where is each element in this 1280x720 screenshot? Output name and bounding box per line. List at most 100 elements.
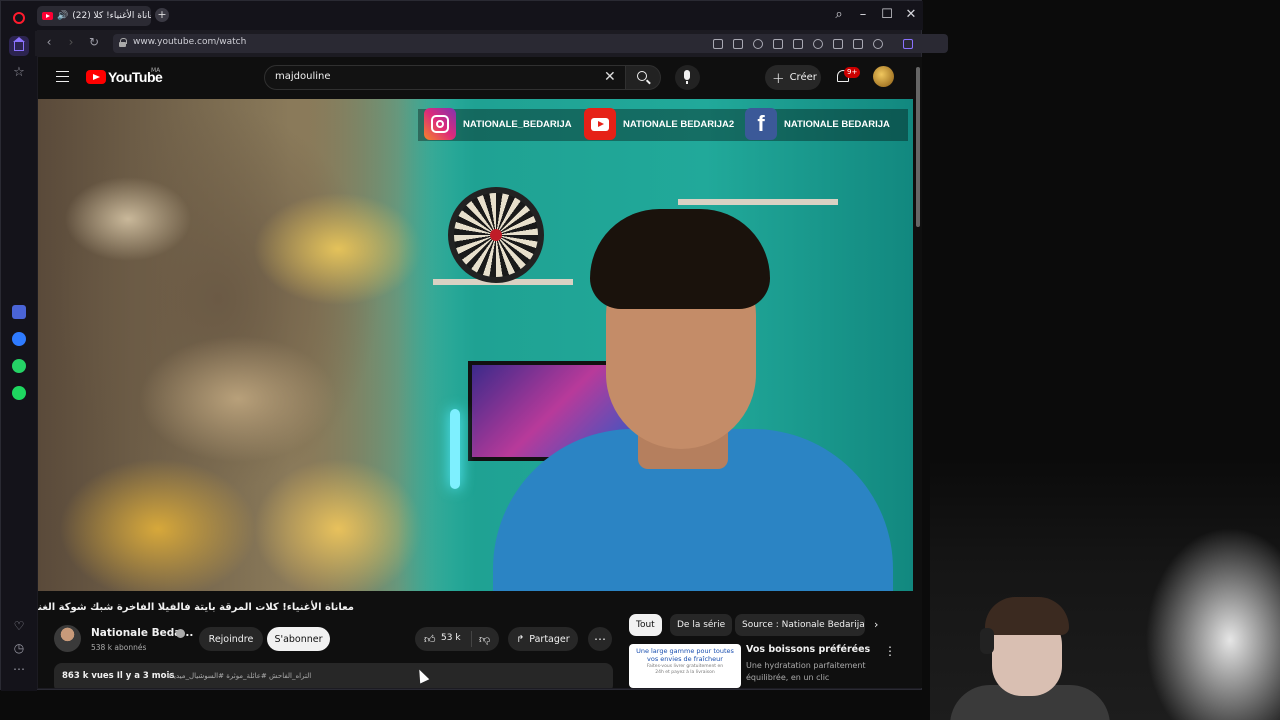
edit-icon[interactable] xyxy=(713,39,723,49)
maximize-button[interactable]: ☐ xyxy=(879,7,895,22)
heart-icon[interactable] xyxy=(813,39,823,49)
profile-icon[interactable] xyxy=(873,39,883,49)
ad-description: Une hydratation parfaitement équilibrée,… xyxy=(746,661,866,682)
create-button[interactable]: + Créer xyxy=(765,65,821,90)
facebook-icon: f xyxy=(745,108,777,140)
account-avatar[interactable] xyxy=(873,66,894,87)
more-actions-button[interactable]: ⋯ xyxy=(588,627,612,651)
video-title: معاناة الأغنياء! كلات المرقة بايتة فالفي… xyxy=(38,602,354,613)
desktop: 🔊 معاناة الأغنياء! كلا (22) + ⌕ – ☐ ✕ ☆ … xyxy=(0,0,1280,720)
social-label: NATIONALE BEDARIJA2 xyxy=(623,118,735,130)
chevron-right-icon[interactable]: › xyxy=(874,618,878,631)
browser-search-icon[interactable]: ⌕ xyxy=(831,7,847,22)
video-frame-food xyxy=(38,99,458,591)
new-tab-button[interactable]: + xyxy=(155,8,169,22)
forward-button[interactable]: › xyxy=(63,35,79,49)
tab-title: معاناة الأغنياء! كلا (22) xyxy=(72,11,151,21)
instagram-icon xyxy=(424,108,456,140)
ad-more-options-icon[interactable]: ⋮ xyxy=(884,644,896,658)
scrollbar-thumb[interactable] xyxy=(916,67,920,227)
share-button[interactable]: ↱ Partager xyxy=(508,627,578,651)
like-dislike-group: 👍︎ 53 k 👎︎ xyxy=(415,627,499,651)
video-dartboard xyxy=(448,187,544,283)
like-divider xyxy=(471,631,472,647)
voice-search-button[interactable] xyxy=(675,65,700,90)
more-sidebar-icon[interactable]: ⋯ xyxy=(12,662,26,676)
easy-setup-icon[interactable] xyxy=(853,39,863,49)
channel-avatar[interactable] xyxy=(54,625,81,652)
chip-all[interactable]: Tout xyxy=(629,614,662,636)
share-icon: ↱ xyxy=(516,633,525,645)
address-bar-row: ‹ › ↻ www.youtube.com/watch xyxy=(35,31,948,56)
home-icon[interactable] xyxy=(9,36,29,56)
clear-search-icon[interactable]: ✕ xyxy=(604,69,616,85)
vpn-icon[interactable] xyxy=(753,39,763,49)
webcam-person-hair xyxy=(985,597,1069,635)
video-player[interactable]: NATIONALE_BEDARIJA NATIONALE BEDARIJA2 f… xyxy=(38,99,913,591)
minimize-button[interactable]: – xyxy=(855,7,871,22)
lock-icon xyxy=(119,38,127,47)
social-youtube: NATIONALE BEDARIJA2 xyxy=(584,108,735,140)
chip-series[interactable]: De la série xyxy=(670,614,733,636)
youtube-icon xyxy=(584,108,616,140)
search-input[interactable]: majdouline ✕ xyxy=(264,65,626,90)
verified-icon xyxy=(176,629,185,638)
close-window-button[interactable]: ✕ xyxy=(903,7,919,22)
headset-icon xyxy=(980,628,994,654)
views-and-date: 863 k vues Il y a 3 mois xyxy=(62,671,175,681)
share-label: Partager xyxy=(529,633,570,645)
webcam-overlay xyxy=(930,460,1280,720)
ad-thumbnail[interactable]: Une large gamme pour toutes vos envies d… xyxy=(629,644,741,688)
microphone-icon xyxy=(684,70,690,84)
favorites-icon[interactable]: ♡ xyxy=(12,619,26,633)
messenger-icon[interactable] xyxy=(12,332,26,346)
subscribe-button[interactable]: S'abonner xyxy=(267,627,330,651)
active-tab[interactable]: 🔊 معاناة الأغنياء! كلا (22) xyxy=(37,6,151,26)
social-facebook: f NATIONALE BEDARIJA xyxy=(745,108,890,140)
join-button[interactable]: Rejoindre xyxy=(199,627,263,651)
camera-icon[interactable] xyxy=(733,39,743,49)
search-value: majdouline xyxy=(275,71,331,82)
youtube-header: YouTube MA majdouline ✕ + Créer 9+ xyxy=(38,57,914,99)
video-person-hair xyxy=(590,209,770,309)
menu-icon[interactable] xyxy=(56,71,69,82)
video-shelf xyxy=(678,199,838,205)
search-button[interactable] xyxy=(625,65,661,90)
search-icon xyxy=(637,71,647,81)
download-icon[interactable] xyxy=(833,39,843,49)
like-count[interactable]: 53 k xyxy=(441,633,461,643)
dislike-icon[interactable]: 👎︎ xyxy=(479,633,490,646)
back-button[interactable]: ‹ xyxy=(41,35,57,49)
extension-icon[interactable] xyxy=(773,39,783,49)
speed-dial-icon[interactable]: ☆ xyxy=(12,65,26,80)
url-field[interactable]: www.youtube.com/watch xyxy=(113,34,948,53)
chip-source[interactable]: Source : Nationale Bedarija2 xyxy=(735,614,865,636)
youtube-logo-icon[interactable] xyxy=(86,70,106,84)
social-label: NATIONALE BEDARIJA xyxy=(784,118,890,130)
opera-logo-icon[interactable] xyxy=(12,11,26,25)
opera-sidebar: ☆ ♡ ◷ ⋯ xyxy=(1,1,37,691)
whatsapp-icon[interactable] xyxy=(12,359,26,373)
social-label: NATIONALE_BEDARIJA xyxy=(463,118,572,130)
ad-thumb-subtext: Faites-vous livrer gratuitement en 24h e… xyxy=(646,664,724,675)
speaker-icon[interactable]: 🔊 xyxy=(57,11,68,21)
social-instagram: NATIONALE_BEDARIJA xyxy=(424,108,572,140)
description-tags[interactable]: #التراه_الفاحش #عائلة_موثرة #السوشيال_مي… xyxy=(166,672,311,680)
aria-app-icon[interactable] xyxy=(12,305,26,319)
ad-thumb-headline: Une large gamme pour toutes vos envies d… xyxy=(636,647,734,663)
subscriber-count: 538 k abonnés xyxy=(91,643,147,652)
youtube-page: YouTube MA majdouline ✕ + Créer 9+ NATIO… xyxy=(38,57,914,688)
history-icon[interactable]: ◷ xyxy=(12,641,26,655)
ad-title[interactable]: Vos boissons préférées xyxy=(746,644,870,655)
browser-titlebar: 🔊 معاناة الأغنياء! كلا (22) + ⌕ – ☐ ✕ xyxy=(1,1,923,30)
ai-assistant-icon[interactable] xyxy=(903,39,913,49)
page-scrollbar[interactable] xyxy=(914,57,922,688)
spotify-icon[interactable] xyxy=(12,386,26,400)
like-icon[interactable]: 👍︎ xyxy=(424,633,436,646)
plus-icon: + xyxy=(772,68,785,87)
browser-window: 🔊 معاناة الأغنياء! كلا (22) + ⌕ – ☐ ✕ ☆ … xyxy=(0,0,948,691)
player-icon[interactable] xyxy=(793,39,803,49)
description-box[interactable]: 863 k vues Il y a 3 mois #التراه_الفاحش … xyxy=(54,663,613,688)
reload-button[interactable]: ↻ xyxy=(86,35,102,49)
url-text: www.youtube.com/watch xyxy=(133,37,247,47)
